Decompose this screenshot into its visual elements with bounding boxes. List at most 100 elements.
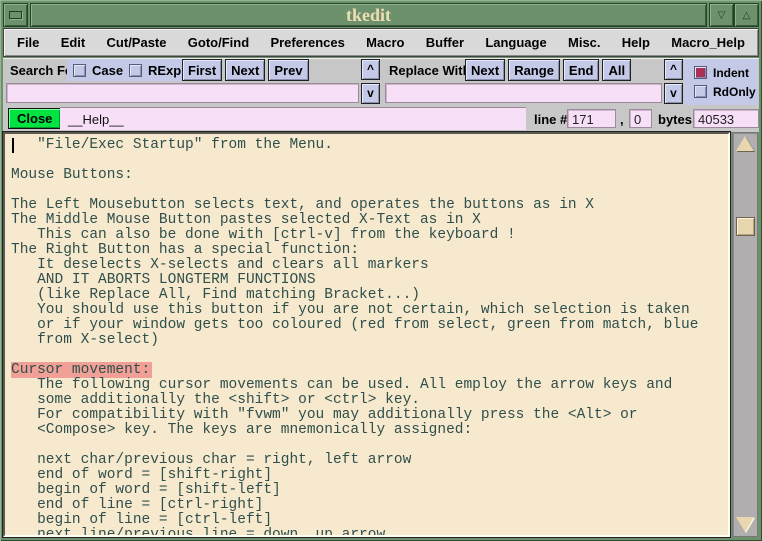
case-label: Case <box>92 63 123 78</box>
menu-item-macro-help[interactable]: Macro_Help <box>671 35 745 50</box>
editor-line: begin of word = [shift-left] <box>11 483 728 498</box>
line-number-label: line # <box>534 112 567 127</box>
replace-history-up-button[interactable]: ^ <box>664 59 683 80</box>
case-checkbox-box[interactable] <box>73 64 86 77</box>
editor-line: It deselects X-selects and clears all ma… <box>11 258 728 273</box>
menu-item-file[interactable]: File <box>17 35 39 50</box>
text-cursor <box>12 138 14 153</box>
editor-line: Cursor movement: <box>11 363 728 378</box>
editor-line: end of word = [shift-right] <box>11 468 728 483</box>
rdonly-checkbox-box[interactable] <box>694 85 707 98</box>
editor-line: or if your window gets too coloured (red… <box>11 318 728 333</box>
editor-line: begin of line = [ctrl-left] <box>11 513 728 528</box>
menu-item-cut-paste[interactable]: Cut/Paste <box>107 35 167 50</box>
editor-line <box>11 183 728 198</box>
menu-item-help[interactable]: Help <box>622 35 650 50</box>
editor-line: The Middle Mouse Button pastes selected … <box>11 213 728 228</box>
replace-input[interactable] <box>385 83 662 103</box>
vertical-scrollbar[interactable] <box>732 132 758 537</box>
help-filename-bar[interactable]: __Help__ <box>60 107 526 130</box>
menu-item-language[interactable]: Language <box>485 35 546 50</box>
menu-item-misc[interactable]: Misc. <box>568 35 601 50</box>
editor-line: next char/previous char = right, left ar… <box>11 453 728 468</box>
text-editor-canvas[interactable]: "File/Exec Startup" from the Menu. Mouse… <box>3 132 730 537</box>
scroll-up-icon <box>736 136 754 151</box>
maximize-icon: △ <box>743 10 751 21</box>
search-button-group: FirstNextPrev <box>182 59 309 81</box>
iconify-button[interactable]: ▽ <box>709 3 734 27</box>
menubar: File Edit Cut/Paste Goto/Find Preferences Mac… <box>3 28 759 57</box>
scroll-up-button[interactable] <box>736 136 754 152</box>
indent-label: Indent <box>713 66 749 80</box>
iconify-icon: ▽ <box>718 10 726 21</box>
editor-line: For compatibility with "fvwm" you may ad… <box>11 408 728 423</box>
maximize-button[interactable]: △ <box>734 3 759 27</box>
window-menu-icon <box>9 11 22 19</box>
editor-line: The following cursor movements can be us… <box>11 378 728 393</box>
search-history-spinner: ^ v <box>361 59 380 104</box>
case-checkbox[interactable]: Case <box>67 59 129 81</box>
editor-line: AND IT ABORTS LONGTERM FUNCTIONS <box>11 273 728 288</box>
search-next-button[interactable]: Next <box>225 59 265 81</box>
editor-line: The Right Button has a special function: <box>11 243 728 258</box>
editor-line <box>11 153 728 168</box>
search-replace-toolbar: Search For Case RExp FirstNextPrev ^ v R… <box>3 58 759 106</box>
close-button[interactable]: Close <box>8 108 61 129</box>
bytes-label: bytes: <box>658 112 696 127</box>
indent-checkbox-box[interactable] <box>694 66 707 79</box>
rexp-checkbox[interactable]: RExp <box>123 59 187 81</box>
editor-line: next line/previous line = down, up arrow <box>11 528 728 537</box>
editor-area: "File/Exec Startup" from the Menu. Mouse… <box>3 132 759 538</box>
editor-line: This can also be done with [ctrl-v] from… <box>11 228 728 243</box>
replace-button-group: NextRangeEndAll <box>465 59 631 81</box>
editor-line: <Compose> key. The keys are mnemonically… <box>11 423 728 438</box>
rexp-checkbox-box[interactable] <box>129 64 142 77</box>
editor-line: The Left Mousebutton selects text, and o… <box>11 198 728 213</box>
search-prev-button[interactable]: Prev <box>268 59 308 81</box>
editor-line: "File/Exec Startup" from the Menu. <box>11 138 728 153</box>
editor-line: (like Replace All, Find matching Bracket… <box>11 288 728 303</box>
window-menu-button[interactable] <box>3 3 28 27</box>
options-panel: Indent RdOnly <box>684 59 758 105</box>
highlighted-section-heading: Cursor movement: <box>11 362 152 378</box>
rexp-label: RExp <box>148 63 181 78</box>
search-history-down-button[interactable]: v <box>361 83 380 104</box>
indent-checkbox[interactable]: Indent <box>694 63 758 82</box>
rdonly-checkbox[interactable]: RdOnly <box>694 82 758 101</box>
editor-line: You should use this button if you are no… <box>11 303 728 318</box>
editor-line <box>11 438 728 453</box>
window-title: tkedit <box>30 3 707 27</box>
menu-item-macro[interactable]: Macro <box>366 35 404 50</box>
replace-history-spinner: ^ v <box>664 59 683 104</box>
replace-next-button[interactable]: Next <box>465 59 505 81</box>
tkedit-window: tkedit ▽ △ File Edit Cut/Paste Goto/Find Pre… <box>0 0 762 541</box>
editor-line: Mouse Buttons: <box>11 168 728 183</box>
editor-line: from X-select) <box>11 333 728 348</box>
editor-line <box>11 348 728 363</box>
replace-history-down-button[interactable]: v <box>664 83 683 104</box>
replace-all-button[interactable]: All <box>602 59 631 81</box>
replace-with-label: Replace With <box>389 63 471 78</box>
line-number-input[interactable]: 171 <box>567 109 616 128</box>
menu-item-preferences[interactable]: Preferences <box>270 35 344 50</box>
bytes-value: 40533 <box>693 109 759 128</box>
search-first-button[interactable]: First <box>182 59 222 81</box>
search-history-up-button[interactable]: ^ <box>361 59 380 80</box>
rdonly-label: RdOnly <box>713 85 756 99</box>
menu-item-buffer[interactable]: Buffer <box>426 35 464 50</box>
line-col-separator: , <box>620 112 624 127</box>
scrollbar-thumb[interactable] <box>736 217 755 236</box>
editor-line: end of line = [ctrl-right] <box>11 498 728 513</box>
search-input[interactable] <box>6 83 359 103</box>
column-number-input[interactable]: 0 <box>629 109 652 128</box>
statusbar: Close __Help__ line # 171 , 0 bytes: 405… <box>3 106 759 132</box>
replace-range-button[interactable]: Range <box>508 59 560 81</box>
titlebar[interactable]: tkedit ▽ △ <box>3 3 759 27</box>
replace-end-button[interactable]: End <box>563 59 600 81</box>
menu-item-edit[interactable]: Edit <box>61 35 86 50</box>
menu-item-goto-find[interactable]: Goto/Find <box>188 35 249 50</box>
help-label: __Help__ <box>68 112 124 127</box>
scroll-down-button[interactable] <box>736 517 754 533</box>
editor-line: some additionally the <shift> or <ctrl> … <box>11 393 728 408</box>
scroll-down-icon <box>736 517 754 532</box>
